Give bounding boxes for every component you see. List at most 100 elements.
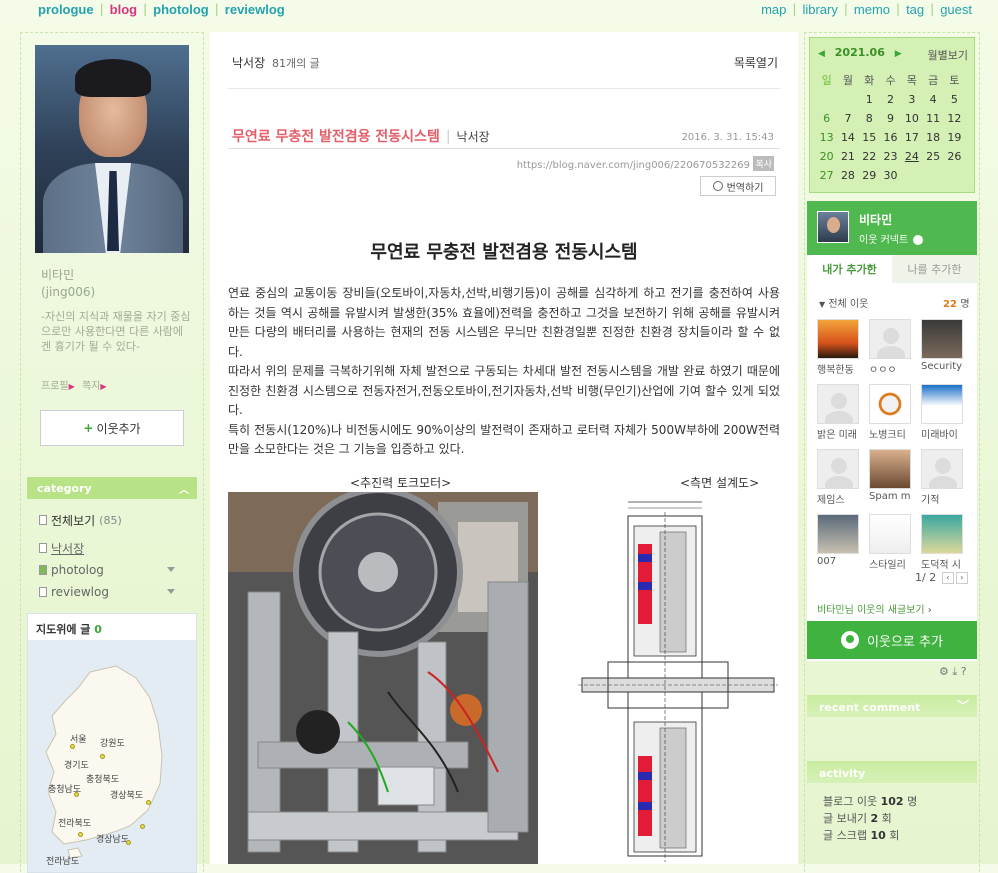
neighbor-name[interactable]: 제임스 (817, 491, 865, 506)
neighbor-avatar[interactable] (869, 319, 911, 359)
neighbor-name[interactable]: 행복한동 (817, 361, 865, 376)
neighbor-avatar[interactable] (817, 384, 859, 424)
tab-added-by-me[interactable]: 내가 추가한 (807, 255, 892, 283)
neighbor-item[interactable]: 스타일리 (869, 514, 913, 571)
calendar-day[interactable]: 3 (901, 91, 922, 108)
triangle-left-icon[interactable]: ◀ (818, 49, 825, 59)
calendar-day[interactable]: 16 (880, 129, 901, 146)
activity-header[interactable]: activity (807, 761, 977, 783)
calendar-day[interactable]: 25 (922, 148, 943, 165)
help-icon[interactable]: ? (961, 665, 967, 678)
download-icon[interactable]: ⤓ (952, 665, 957, 678)
torque-motor-photo[interactable] (228, 492, 538, 864)
chevron-right-icon[interactable]: › (955, 572, 968, 584)
neighbor-name[interactable]: 도덕적 시 (921, 556, 969, 571)
calendar-day[interactable]: 12 (944, 110, 965, 127)
monthly-view-link[interactable]: 월별보기 (928, 47, 968, 63)
neighbor-new-posts-link[interactable]: 비타민님 이웃의 새글보기 › (817, 601, 932, 616)
calendar-day[interactable]: 14 (837, 129, 858, 146)
copy-url-button[interactable]: 복사 (753, 156, 774, 171)
category-item-reviewlog[interactable]: reviewlog (39, 581, 195, 603)
chevron-left-icon[interactable]: ‹ (941, 572, 954, 584)
map-marker[interactable] (126, 840, 131, 845)
neighbor-item[interactable]: 기적 (921, 449, 965, 506)
blog-category-name[interactable]: 낙서장 (232, 56, 265, 70)
nav-blog[interactable]: blog (110, 2, 137, 17)
neighbor-avatar[interactable] (817, 514, 859, 554)
calendar-day[interactable]: 4 (922, 91, 943, 108)
category-item-all[interactable]: 전체보기 (85) (39, 509, 195, 531)
triangle-right-icon[interactable]: ▶ (895, 49, 902, 59)
calendar-day[interactable]: 27 (816, 167, 837, 184)
map-marker[interactable] (74, 792, 79, 797)
profile-link[interactable]: 프로필 (41, 381, 69, 392)
neighbor-name[interactable]: Spam m (869, 491, 917, 502)
category-item-memo[interactable]: 낙서장 (39, 537, 195, 559)
neighbor-name[interactable]: 스타일리 (869, 556, 917, 571)
map-marker[interactable] (100, 754, 105, 759)
add-neighbor-button[interactable]: + 이웃추가 (40, 410, 184, 446)
chevron-down-icon[interactable] (167, 589, 175, 594)
nav-photolog[interactable]: photolog (153, 2, 209, 17)
side-design-drawing[interactable] (578, 492, 778, 864)
tab-added-me[interactable]: 나를 추가한 (892, 255, 977, 283)
post-url[interactable]: https://blog.naver.com/jing006/220670532… (517, 160, 750, 171)
calendar-day[interactable]: 8 (859, 110, 880, 127)
nav-prologue[interactable]: prologue (38, 2, 94, 17)
recent-comment-header[interactable]: recent comment ﹀ (807, 695, 977, 717)
calendar-day[interactable]: 24 (901, 148, 922, 165)
calendar-day[interactable]: 17 (901, 129, 922, 146)
post-title[interactable]: 무연료 무충전 발전겸용 전동시스템 (232, 129, 440, 145)
neighbor-item[interactable]: 007 (817, 514, 861, 571)
calendar-day[interactable]: 10 (901, 110, 922, 127)
map-marker[interactable] (146, 800, 151, 805)
neighbor-item[interactable]: 행복한동 (817, 319, 861, 376)
toc-toggle-button[interactable]: 목록열기 (734, 54, 778, 71)
add-as-neighbor-button[interactable]: 이웃으로 추가 (807, 621, 977, 659)
calendar-day[interactable]: 28 (837, 167, 858, 184)
neighbor-avatar[interactable] (869, 449, 911, 489)
calendar-day[interactable]: 23 (880, 148, 901, 165)
nav-guest[interactable]: guest (940, 2, 972, 17)
category-header[interactable]: category ︿ (27, 477, 197, 499)
neighbor-all[interactable]: ▼ 전체 이웃 22 명 (819, 295, 970, 310)
calendar-day[interactable]: 13 (816, 129, 837, 146)
neighbor-avatar[interactable] (869, 384, 911, 424)
calendar-day[interactable]: 6 (816, 110, 837, 127)
neighbor-name[interactable]: 미래바이 (921, 426, 969, 441)
map-widget[interactable]: 지도위에 글 0 서울 강원도 경기도 충청북도 충청남도 경상북도 전라북도 … (27, 613, 197, 873)
chevron-down-icon[interactable] (167, 567, 175, 572)
nav-memo[interactable]: memo (854, 2, 890, 17)
neighbor-avatar[interactable] (921, 319, 963, 359)
neighbor-name[interactable]: 007 (817, 556, 865, 567)
neighbor-item[interactable]: Security (921, 319, 965, 376)
neighbor-item[interactable]: 미래바이 (921, 384, 965, 441)
calendar-day[interactable]: 9 (880, 110, 901, 127)
neighbor-avatar[interactable] (817, 449, 859, 489)
calendar-day[interactable]: 26 (944, 148, 965, 165)
neighbor-name[interactable]: Security (921, 361, 969, 372)
map-marker[interactable] (78, 832, 83, 837)
neighbor-item[interactable]: 노병크티 (869, 384, 913, 441)
note-link[interactable]: 쪽지 (82, 381, 100, 392)
neighbor-avatar[interactable] (921, 384, 963, 424)
neighbor-item[interactable]: 도덕적 시 (921, 514, 965, 571)
calendar-day[interactable]: 30 (880, 167, 901, 184)
calendar-day[interactable]: 7 (837, 110, 858, 127)
calendar-day[interactable]: 2 (880, 91, 901, 108)
avatar[interactable] (817, 211, 849, 243)
map-marker[interactable] (70, 744, 75, 749)
neighbor-avatar[interactable] (921, 449, 963, 489)
neighbor-name[interactable]: ㅇㅇㅇ (869, 361, 917, 376)
translate-button[interactable]: 번역하기 (700, 176, 776, 196)
calendar-day[interactable]: 19 (944, 129, 965, 146)
neighbor-owner-name[interactable]: 비타민 (859, 211, 892, 228)
neighbor-item[interactable]: Spam m (869, 449, 913, 506)
gear-icon[interactable]: ⚙ (939, 665, 949, 678)
calendar-day[interactable]: 15 (859, 129, 880, 146)
calendar-day[interactable]: 29 (859, 167, 880, 184)
calendar-day[interactable]: 22 (859, 148, 880, 165)
nav-reviewlog[interactable]: reviewlog (225, 2, 285, 17)
neighbor-cast-link[interactable]: 이웃 커넥트 (859, 231, 924, 246)
category-item-photolog[interactable]: photolog (39, 559, 195, 581)
